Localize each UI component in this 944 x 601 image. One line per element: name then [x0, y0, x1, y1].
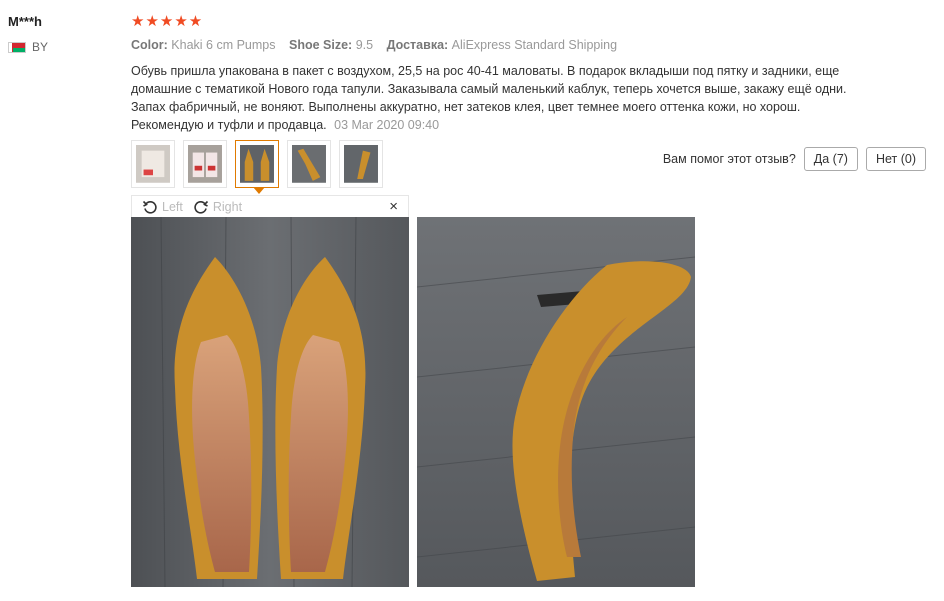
country-code: BY — [32, 40, 49, 54]
rotate-left-button[interactable]: Left — [142, 199, 183, 215]
shoe-side-view-icon — [344, 145, 378, 183]
vote-no-button[interactable]: Нет (0) — [865, 147, 926, 171]
helpful-question: Вам помог этот отзыв? — [662, 152, 796, 166]
rating-stars: ★★★★★ — [131, 13, 204, 30]
size-value: 9.5 — [355, 38, 374, 52]
shoes-top-view-icon — [240, 145, 274, 183]
helpful-vote: Вам помог этот отзыв? Да (7) Нет (0) — [663, 147, 926, 171]
shoe-side-photo — [417, 217, 695, 587]
review-meta: Color: Khaki 6 cm Pumps Shoe Size: 9.5 Д… — [131, 38, 627, 52]
photo-thumbnail[interactable] — [339, 140, 383, 188]
photo-thumbnail[interactable] — [183, 140, 227, 188]
close-viewer-button[interactable]: × — [389, 198, 398, 215]
color-value: Khaki 6 cm Pumps — [171, 38, 276, 52]
reviewer-country: BY — [8, 40, 48, 54]
review-date: 03 Mar 2020 09:40 — [334, 118, 440, 132]
belarus-flag-icon — [8, 41, 26, 53]
shipping-value: AliExpress Standard Shipping — [451, 38, 618, 52]
photo-thumbnail-active[interactable] — [235, 140, 279, 188]
shoe-side-view-icon — [292, 145, 326, 183]
photo-thumbnail[interactable] — [131, 140, 175, 188]
review-photo-shoes-top[interactable] — [131, 217, 409, 587]
package-photo-icon — [188, 145, 222, 183]
rotate-right-icon — [194, 200, 208, 214]
shipping-label: Доставка: — [386, 38, 449, 52]
active-thumbnail-pointer — [253, 187, 265, 194]
photo-thumbnail[interactable] — [287, 140, 331, 188]
color-label: Color: — [131, 38, 168, 52]
size-label: Shoe Size: — [289, 38, 353, 52]
rotate-left-label: Left — [162, 199, 183, 214]
reviewer-name: M***h — [8, 14, 42, 29]
vote-yes-button[interactable]: Да (7) — [803, 147, 858, 171]
package-photo-icon — [136, 145, 170, 183]
rotate-left-icon — [142, 200, 157, 214]
photo-thumbnails — [131, 140, 383, 188]
review-body: Обувь пришла упакована в пакет с воздухо… — [131, 62, 851, 134]
review-photo-shoe-side[interactable] — [417, 217, 695, 587]
shoes-top-photo — [131, 217, 409, 587]
rotate-right-label: Right — [212, 199, 243, 214]
image-rotate-toolbar: Left Right × — [131, 195, 409, 217]
review-text: Обувь пришла упакована в пакет с воздухо… — [131, 64, 847, 132]
rotate-right-button[interactable]: Right — [193, 199, 242, 215]
